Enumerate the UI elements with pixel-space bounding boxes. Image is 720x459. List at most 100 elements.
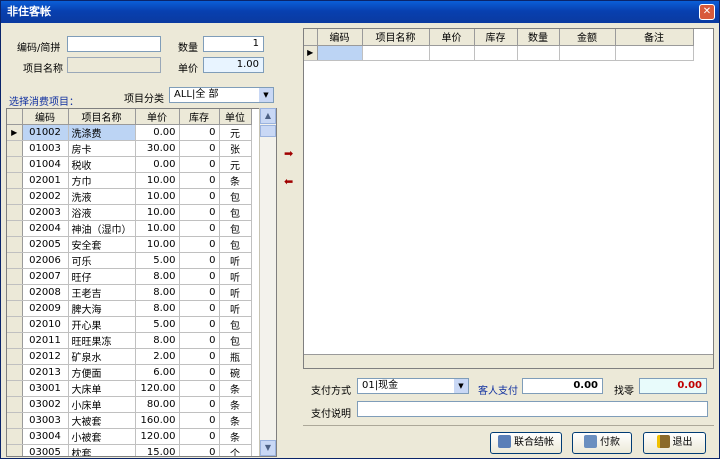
table-row[interactable]: 02010 开心果 5.00 0 包 <box>7 316 252 334</box>
row-pointer-icon: ▶ <box>7 124 23 142</box>
table-row[interactable]: 02011 旺旺果冻 8.00 0 包 <box>7 332 252 350</box>
row-indicator <box>7 444 23 456</box>
table-row[interactable]: 02006 可乐 5.00 0 听 <box>7 252 252 270</box>
table-row[interactable]: 03004 小被套 120.00 0 条 <box>7 428 252 446</box>
items-scrollbar[interactable]: ▲ ▼ <box>259 108 276 456</box>
new-row-cell[interactable] <box>517 45 560 61</box>
consumption-items-grid[interactable]: 编码 项目名称 单价 库存 单位 ▶ 01002 洗涤费 0.00 0 元 01003 房卡 3… <box>6 108 277 457</box>
table-row[interactable]: 02008 王老吉 8.00 0 听 <box>7 284 252 302</box>
select-items-label: 选择消费项目： <box>9 97 79 108</box>
col-stock[interactable]: 库存 <box>474 29 518 46</box>
cell-price: 10.00 <box>135 188 180 206</box>
add-item-arrow-icon[interactable]: ➡ <box>284 148 298 159</box>
col-unit[interactable]: 单位 <box>219 109 252 126</box>
table-row[interactable]: 02009 脾大海 8.00 0 听 <box>7 300 252 318</box>
non-guest-account-window: 非住客帐 ✕ 编码/简拼 数量 1 项目名称 单价 1.00 选择消费项目： 项… <box>0 0 720 459</box>
table-row[interactable]: 03002 小床单 80.00 0 条 <box>7 396 252 414</box>
cell-name: 洗液 <box>68 188 136 206</box>
row-indicator <box>7 364 23 382</box>
table-row[interactable]: 03003 大被套 160.00 0 条 <box>7 412 252 430</box>
table-row[interactable]: 02005 安全套 10.00 0 包 <box>7 236 252 254</box>
table-row[interactable]: 02007 旺仔 8.00 0 听 <box>7 268 252 286</box>
cell-code: 01004 <box>22 156 69 174</box>
category-select[interactable]: ALL|全 部 ▼ <box>169 87 274 103</box>
combined-checkout-button[interactable]: 联合结帐 <box>490 432 562 454</box>
table-row[interactable]: 03001 大床单 120.00 0 条 <box>7 380 252 398</box>
table-row[interactable]: 02004 神油（湿巾） 10.00 0 包 <box>7 220 252 238</box>
scroll-thumb[interactable] <box>260 125 276 137</box>
cell-stock: 0 <box>179 348 220 366</box>
new-row[interactable]: ▶ <box>304 45 694 61</box>
col-qty[interactable]: 数量 <box>517 29 560 46</box>
scroll-up-button[interactable]: ▲ <box>260 108 276 124</box>
col-code[interactable]: 编码 <box>317 29 363 46</box>
col-name[interactable]: 项目名称 <box>68 109 136 126</box>
cell-stock: 0 <box>179 396 220 414</box>
table-row[interactable]: 03005 枕套 15.00 0 个 <box>7 444 252 456</box>
header-indicator <box>7 109 23 126</box>
col-amount[interactable]: 金额 <box>559 29 616 46</box>
scroll-down-button[interactable]: ▼ <box>260 440 276 456</box>
pay-note-input[interactable] <box>357 401 708 417</box>
new-row-cell[interactable] <box>474 45 518 61</box>
table-row[interactable]: ▶ 01002 洗涤费 0.00 0 元 <box>7 124 252 142</box>
cell-name: 王老吉 <box>68 284 136 302</box>
new-row-cell[interactable] <box>429 45 475 61</box>
chevron-down-icon[interactable]: ▼ <box>454 379 468 393</box>
col-code[interactable]: 编码 <box>22 109 69 126</box>
row-indicator <box>7 348 23 366</box>
cell-name: 洗涤费 <box>68 124 136 142</box>
cell-name: 矿泉水 <box>68 348 136 366</box>
close-button[interactable]: ✕ <box>699 4 715 20</box>
cell-stock: 0 <box>179 204 220 222</box>
table-row[interactable]: 02012 矿泉水 2.00 0 瓶 <box>7 348 252 366</box>
cell-code: 02008 <box>22 284 69 302</box>
col-name[interactable]: 项目名称 <box>362 29 430 46</box>
cell-unit: 元 <box>219 124 252 142</box>
row-indicator <box>7 428 23 446</box>
selected-items-grid[interactable]: 编码 项目名称 单价 库存 数量 金额 备注 ▶ <box>303 28 714 369</box>
users-icon <box>498 435 511 448</box>
cell-price: 10.00 <box>135 236 180 254</box>
col-remark[interactable]: 备注 <box>615 29 694 46</box>
cell-stock: 0 <box>179 300 220 318</box>
chevron-down-icon[interactable]: ▼ <box>259 88 273 102</box>
guest-pay-input[interactable]: 0.00 <box>522 378 603 394</box>
col-price[interactable]: 单价 <box>429 29 475 46</box>
cell-stock: 0 <box>179 428 220 446</box>
table-row[interactable]: 01004 税收 0.00 0 元 <box>7 156 252 174</box>
col-price[interactable]: 单价 <box>135 109 180 126</box>
exit-button[interactable]: 退出 <box>643 432 706 454</box>
door-exit-icon <box>656 435 670 448</box>
new-row-cell[interactable] <box>362 45 430 61</box>
cell-stock: 0 <box>179 156 220 174</box>
new-row-cell[interactable] <box>559 45 616 61</box>
cell-stock: 0 <box>179 236 220 254</box>
cell-unit: 元 <box>219 156 252 174</box>
cell-price: 0.00 <box>135 156 180 174</box>
table-row[interactable]: 02013 方便面 6.00 0 碗 <box>7 364 252 382</box>
table-row[interactable]: 02002 洗液 10.00 0 包 <box>7 188 252 206</box>
table-row[interactable]: 01003 房卡 30.00 0 张 <box>7 140 252 158</box>
qty-input[interactable]: 1 <box>203 36 264 52</box>
new-row-cell[interactable] <box>615 45 694 61</box>
pay-method-select[interactable]: 01|现金 ▼ <box>357 378 469 394</box>
code-input[interactable] <box>67 36 161 52</box>
new-row-cell-code[interactable] <box>317 45 363 61</box>
cell-price: 6.00 <box>135 364 180 382</box>
table-row[interactable]: 02001 方巾 10.00 0 条 <box>7 172 252 190</box>
category-value: ALL|全 部 <box>174 89 219 100</box>
cell-price: 8.00 <box>135 300 180 318</box>
col-stock[interactable]: 库存 <box>179 109 220 126</box>
cell-unit: 瓶 <box>219 348 252 366</box>
price-input[interactable]: 1.00 <box>203 57 264 73</box>
category-label: 项目分类 <box>124 94 164 105</box>
items-table: 编码 项目名称 单价 库存 单位 ▶ 01002 洗涤费 0.00 0 元 01003 房卡 3… <box>7 109 252 456</box>
pay-button[interactable]: 付款 <box>572 432 632 454</box>
cell-code: 02005 <box>22 236 69 254</box>
cell-stock: 0 <box>179 412 220 430</box>
table-row[interactable]: 02003 浴液 10.00 0 包 <box>7 204 252 222</box>
cell-name: 房卡 <box>68 140 136 158</box>
cell-price: 10.00 <box>135 204 180 222</box>
remove-item-arrow-icon[interactable]: ⬅ <box>284 176 298 187</box>
